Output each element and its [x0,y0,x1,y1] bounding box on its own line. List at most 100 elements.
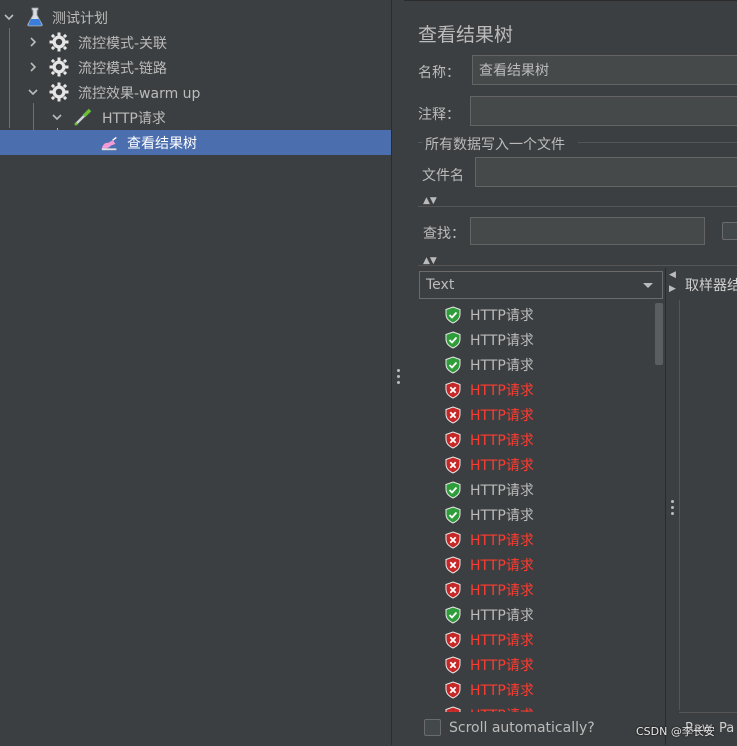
tree-item-flow-control-association[interactable]: 流控模式-关联 [0,30,391,55]
search-option-checkbox[interactable] [722,222,737,240]
comment-input[interactable] [470,96,737,126]
sampler-result-tab-label: 取样器结 [685,278,737,294]
result-row[interactable]: HTTP请求 [418,502,664,527]
result-row[interactable]: HTTP请求 [418,702,664,712]
result-row[interactable]: HTTP请求 [418,452,664,477]
watermark-text: CSDN @李长安 [636,725,715,738]
listener-icon [100,132,120,152]
renderer-select[interactable]: Text [419,271,663,299]
result-row-label: HTTP请求 [470,308,534,324]
tree-item-label: 流控模式-链路 [78,61,168,77]
filename-input[interactable] [475,157,737,187]
tree-item-test-plan[interactable]: 测试计划 [0,5,391,30]
success-shield-icon [444,606,462,624]
success-shield-icon [444,306,462,324]
result-row[interactable]: HTTP请求 [418,402,664,427]
result-row-label: HTTP请求 [470,583,534,599]
grip-dot [671,512,674,515]
error-shield-icon [444,681,462,699]
filename-label: 文件名 [422,168,464,184]
test-plan-tree[interactable]: 测试计划 流控模式-关联 流控模式-链路 流控效果-warm up HTTP请求… [0,0,391,745]
success-shield-icon [444,506,462,524]
tree-item-label: 流控效果-warm up [78,86,201,102]
flask-icon [25,7,45,27]
scroll-automatically-checkbox[interactable] [424,719,441,736]
result-row-label: HTTP请求 [470,483,534,499]
dropdown-arrow-icon [643,283,653,288]
left-arrow-icon[interactable]: ◀ [669,270,676,280]
result-row[interactable]: HTTP请求 [418,527,664,552]
result-row-label: HTTP请求 [470,683,534,699]
collapse-arrows-icon[interactable]: ▲▼ [423,196,437,206]
result-row-label: HTTP请求 [470,608,534,624]
result-row[interactable]: HTTP请求 [418,552,664,577]
gear-icon [49,32,69,52]
tree-item-view-results-tree[interactable]: 查看结果树 [0,130,391,155]
divider [418,206,737,207]
pane-splitter[interactable] [391,0,405,745]
result-row-label: HTTP请求 [470,383,534,399]
result-row[interactable]: HTTP请求 [418,377,664,402]
search-label: 查找： [423,226,465,242]
error-shield-icon [444,631,462,649]
tree-item-flow-effect-warmup[interactable]: 流控效果-warm up [0,80,391,105]
success-shield-icon [444,481,462,499]
error-shield-icon [444,456,462,474]
search-input[interactable] [470,217,705,245]
result-row-label: HTTP请求 [470,533,534,549]
result-row-label: HTTP请求 [470,458,534,474]
divider [418,265,737,266]
grip-dot [397,369,400,372]
grip-dot [397,375,400,378]
sampler-result-tab[interactable]: 取样器结 [679,270,737,301]
comment-label: 注释： [418,107,460,123]
right-arrow-icon[interactable]: ▶ [669,284,676,294]
group-border [418,142,423,143]
result-row-label: HTTP请求 [470,333,534,349]
result-row[interactable]: HTTP请求 [418,477,664,502]
result-row-label: HTTP请求 [470,705,534,712]
sampler-result-area [679,300,737,710]
result-row[interactable]: HTTP请求 [418,627,664,652]
chevron-down-icon[interactable] [49,109,65,125]
chevron-down-icon[interactable] [1,9,17,25]
success-shield-icon [444,356,462,374]
error-shield-icon [444,381,462,399]
chevron-right-icon[interactable] [25,59,41,75]
grip-dot [397,381,400,384]
file-group-label: 所有数据写入一个文件 [425,137,565,153]
parsed-tab[interactable]: Pa [719,721,734,736]
result-row[interactable]: HTTP请求 [418,327,664,352]
gear-icon [49,82,69,102]
error-shield-icon [444,531,462,549]
chevron-down-icon[interactable] [25,84,41,100]
result-row[interactable]: HTTP请求 [418,352,664,377]
name-input[interactable]: 查看结果树 [472,55,737,85]
results-list[interactable]: HTTP请求 HTTP请求 HTTP请求 HTTP请求 HTTP请求 HTTP请求 HTTP… [418,300,664,712]
tree-item-flow-control-chain[interactable]: 流控模式-链路 [0,55,391,80]
chevron-right-icon[interactable] [25,34,41,50]
result-row-label: HTTP请求 [470,358,534,374]
grip-dot [671,500,674,503]
error-shield-icon [444,556,462,574]
pipette-icon [73,107,93,127]
result-row-label: HTTP请求 [470,658,534,674]
error-shield-icon [444,706,462,712]
result-row[interactable]: HTTP请求 [418,577,664,602]
result-row[interactable]: HTTP请求 [418,677,664,702]
result-row[interactable]: HTTP请求 [418,302,664,327]
tree-item-label: 测试计划 [52,11,108,27]
name-label: 名称： [418,65,460,81]
panel-title: 查看结果树 [418,24,514,46]
renderer-selected-value: Text [426,277,455,293]
grip-dot [671,506,674,509]
tree-item-http-request[interactable]: HTTP请求 [0,105,391,130]
result-row[interactable]: HTTP请求 [418,652,664,677]
result-row[interactable]: HTTP请求 [418,427,664,452]
tree-item-label: 流控模式-关联 [78,36,168,52]
scroll-automatically-label: Scroll automatically? [449,720,595,736]
result-row[interactable]: HTTP请求 [418,602,664,627]
error-shield-icon [444,581,462,599]
results-splitter[interactable]: ◀ ▶ [665,268,680,745]
scrollbar-thumb[interactable] [655,303,663,365]
